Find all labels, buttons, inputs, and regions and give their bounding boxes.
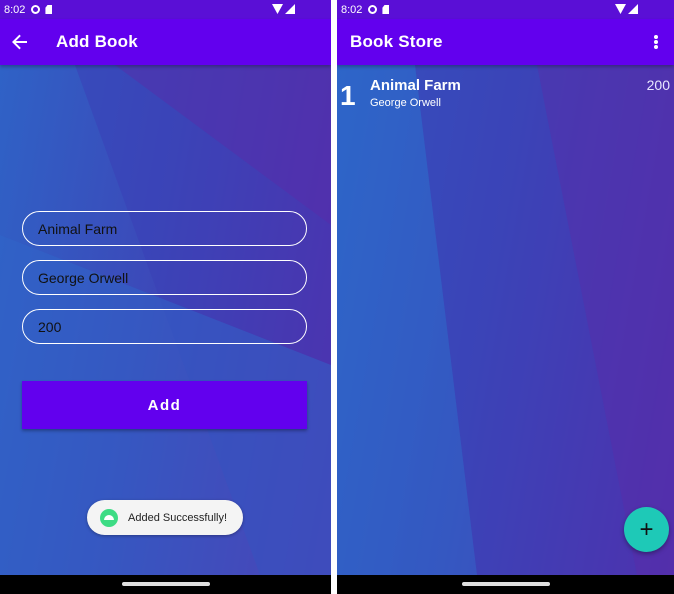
- arrow-back-icon[interactable]: [11, 33, 29, 51]
- page-title: Add Book: [56, 32, 138, 51]
- sd-card-icon: [45, 5, 53, 14]
- navigation-bar: [0, 575, 331, 594]
- list-item[interactable]: 1 Animal Farm George Orwell 200: [337, 75, 674, 115]
- android-icon: [100, 508, 118, 527]
- circle-icon: [31, 5, 41, 14]
- toast-message: Added Successfully!: [128, 511, 228, 524]
- status-time: 8:02: [341, 3, 363, 16]
- app-bar: Book Store: [337, 19, 674, 65]
- add-fab-button[interactable]: +: [624, 507, 669, 552]
- home-gesture-pill[interactable]: [121, 582, 210, 586]
- add-button[interactable]: Add: [22, 381, 307, 429]
- book-store-screen: 8:02 Book Store 1 Animal Farm George Orw…: [337, 0, 674, 594]
- book-title: Animal Farm: [370, 77, 461, 94]
- circle-icon: [368, 5, 378, 14]
- title-input-value: Animal Farm: [38, 220, 118, 237]
- page-title: Book Store: [350, 32, 443, 51]
- signal-icon: [285, 4, 295, 14]
- book-index: 1: [340, 80, 356, 111]
- sd-card-icon: [382, 5, 390, 14]
- price-input[interactable]: 200: [22, 309, 307, 344]
- price-input-value: 200: [38, 318, 62, 335]
- book-author: George Orwell: [370, 97, 441, 109]
- signal-icon: [628, 4, 638, 14]
- form-background: Animal Farm George Orwell 200 Add Added …: [0, 65, 331, 575]
- wifi-icon: [272, 4, 283, 14]
- toast: Added Successfully!: [87, 500, 243, 535]
- plus-icon: +: [639, 515, 654, 543]
- add-book-screen: 8:02 Add Book Animal Farm George Orwell …: [0, 0, 331, 594]
- author-input-value: George Orwell: [38, 269, 129, 286]
- background-shapes: [337, 65, 674, 575]
- book-price: 200: [646, 77, 670, 93]
- status-time: 8:02: [4, 3, 26, 16]
- navigation-bar: [337, 575, 674, 594]
- status-bar: 8:02: [337, 0, 674, 19]
- status-bar: 8:02: [0, 0, 331, 19]
- title-input[interactable]: Animal Farm: [22, 211, 307, 246]
- author-input[interactable]: George Orwell: [22, 260, 307, 295]
- app-bar: Add Book: [0, 19, 331, 65]
- wifi-icon: [615, 4, 626, 14]
- book-list: 1 Animal Farm George Orwell 200 +: [337, 65, 674, 575]
- more-vert-icon[interactable]: [654, 35, 658, 49]
- home-gesture-pill[interactable]: [461, 582, 550, 586]
